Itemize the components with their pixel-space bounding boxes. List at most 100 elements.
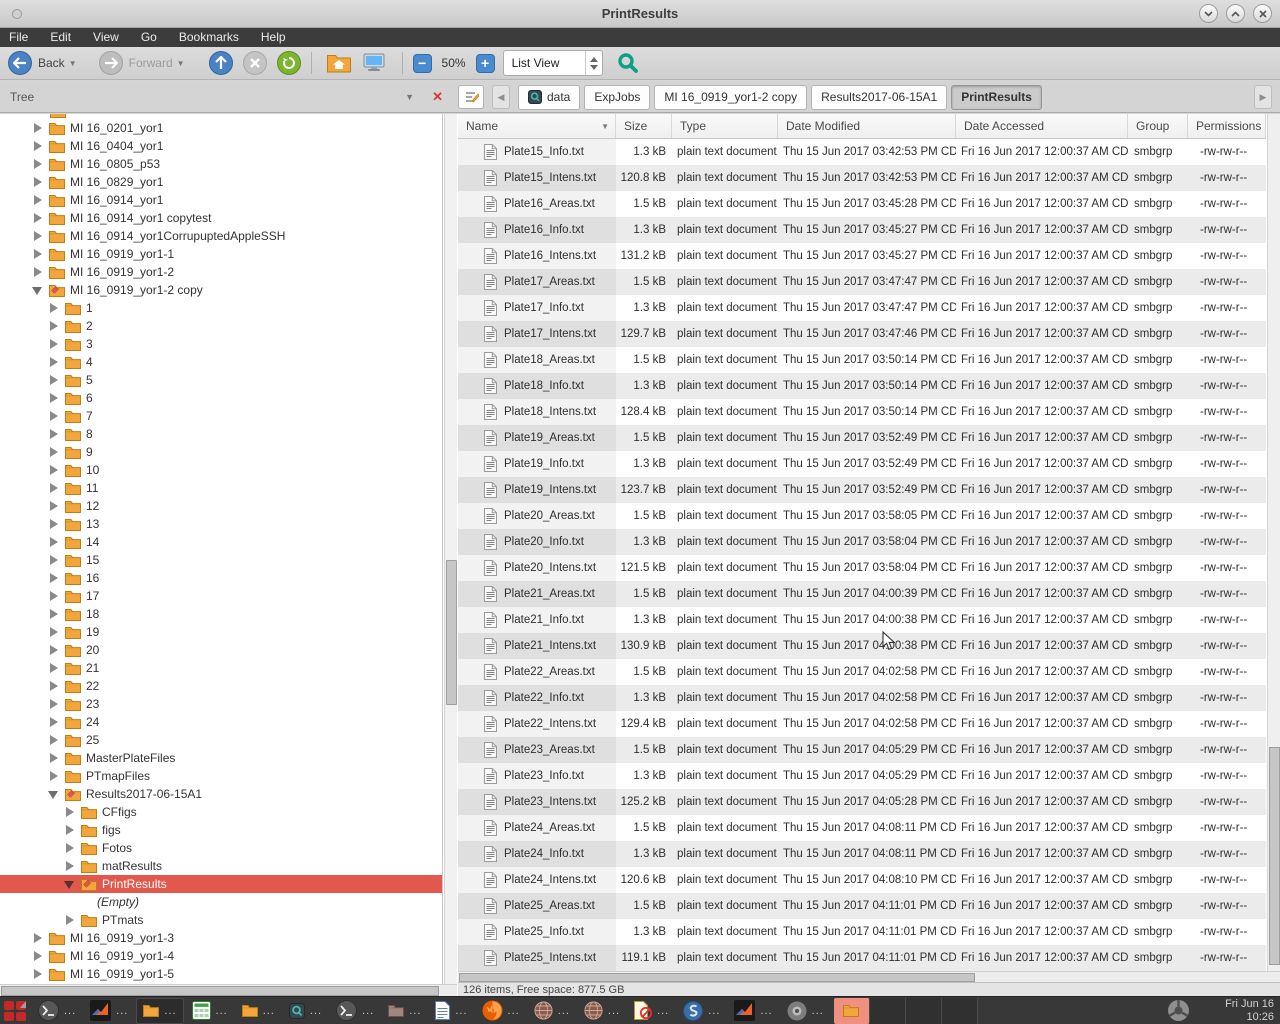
table-row[interactable]: Plate15_Intens.txt120.8 kBplain text doc…: [458, 165, 1266, 191]
expander-collapsed-icon[interactable]: [33, 249, 43, 259]
list-hscroll-thumb[interactable]: [459, 973, 975, 982]
home-button[interactable]: [327, 53, 351, 73]
tree-item-figs[interactable]: figs: [0, 821, 442, 839]
table-row[interactable]: Plate22_Intens.txt129.4 kBplain text doc…: [458, 711, 1266, 737]
expander-collapsed-icon[interactable]: [33, 213, 43, 223]
table-row[interactable]: Plate21_Info.txt1.3 kBplain text documen…: [458, 607, 1266, 633]
table-row[interactable]: Plate25_Areas.txt1.5 kBplain text docume…: [458, 893, 1266, 919]
tree-item-mi-16-0919-yor1-4[interactable]: MI 16_0919_yor1-4: [0, 947, 442, 965]
taskbar-window-terminal[interactable]: ...: [32, 998, 82, 1024]
expander-expanded-icon[interactable]: [49, 789, 59, 799]
tree-item-fotos[interactable]: Fotos: [0, 839, 442, 857]
table-row[interactable]: Plate15_Info.txt1.3 kBplain text documen…: [458, 139, 1266, 165]
expander-collapsed-icon[interactable]: [33, 177, 43, 187]
expander-collapsed-icon[interactable]: [49, 753, 59, 763]
expander-collapsed-icon[interactable]: [33, 141, 43, 151]
table-row[interactable]: Plate17_Areas.txt1.5 kBplain text docume…: [458, 269, 1266, 295]
table-row[interactable]: Plate20_Areas.txt1.5 kBplain text docume…: [458, 503, 1266, 529]
table-row[interactable]: Plate22_Info.txt1.3 kBplain text documen…: [458, 685, 1266, 711]
close-button[interactable]: [1253, 4, 1272, 23]
tree-item-15[interactable]: 15: [0, 551, 442, 569]
table-row[interactable]: Plate19_Areas.txt1.5 kBplain text docume…: [458, 425, 1266, 451]
column-header-size[interactable]: Size: [616, 114, 672, 138]
column-header-date-accessed[interactable]: Date Accessed: [956, 114, 1128, 138]
tree-vertical-scrollbar[interactable]: [444, 114, 457, 984]
tree-item-21[interactable]: 21: [0, 659, 442, 677]
workspace-2[interactable]: [870, 998, 906, 1024]
expander-collapsed-icon[interactable]: [49, 429, 59, 439]
expander-collapsed-icon[interactable]: [33, 159, 43, 169]
tree-item-6[interactable]: 6: [0, 389, 442, 407]
search-button[interactable]: [617, 52, 639, 74]
expander-collapsed-icon[interactable]: [49, 357, 59, 367]
tree-item-22[interactable]: 22: [0, 677, 442, 695]
expander-collapsed-icon[interactable]: [65, 915, 75, 925]
breadcrumb-printresults[interactable]: PrintResults: [951, 85, 1042, 110]
zoom-out-button[interactable]: −: [413, 54, 432, 73]
minimize-button[interactable]: [1199, 4, 1218, 23]
tree-horizontal-scrollbar[interactable]: [0, 984, 457, 996]
table-row[interactable]: Plate16_Info.txt1.3 kBplain text documen…: [458, 217, 1266, 243]
window-menu-icon[interactable]: [12, 9, 22, 19]
table-row[interactable]: Plate18_Areas.txt1.5 kBplain text docume…: [458, 347, 1266, 373]
expander-collapsed-icon[interactable]: [49, 411, 59, 421]
tree-item-23[interactable]: 23: [0, 695, 442, 713]
breadcrumb-results2017-06-15a1[interactable]: Results2017-06-15A1: [811, 85, 947, 110]
refresh-button[interactable]: [277, 51, 301, 75]
table-row[interactable]: Plate20_Intens.txt121.5 kBplain text doc…: [458, 555, 1266, 581]
list-vertical-scrollbar[interactable]: [1267, 114, 1280, 971]
tree-item-mi-16-0914-yor1[interactable]: MI 16_0914_yor1: [0, 191, 442, 209]
list-vscroll-thumb[interactable]: [1269, 747, 1280, 965]
back-dropdown[interactable]: ▼: [69, 59, 77, 68]
tree-item-mi-16-0404-yor1[interactable]: MI 16_0404_yor1: [0, 137, 442, 155]
stop-button[interactable]: [243, 51, 267, 75]
view-mode-select[interactable]: List View: [503, 50, 603, 76]
tree-item-11[interactable]: 11: [0, 479, 442, 497]
expander-collapsed-icon[interactable]: [49, 663, 59, 673]
workspace-4[interactable]: [942, 998, 978, 1024]
expander-collapsed-icon[interactable]: [33, 933, 43, 943]
desktop-button[interactable]: [363, 53, 385, 73]
expander-collapsed-icon[interactable]: [49, 735, 59, 745]
menu-view[interactable]: View: [82, 28, 130, 47]
expander-collapsed-icon[interactable]: [65, 807, 75, 817]
tree-item-mi-16-0805-p53[interactable]: MI 16_0805_p53: [0, 155, 442, 173]
expander-collapsed-icon[interactable]: [49, 501, 59, 511]
column-header-permissions[interactable]: Permissions: [1188, 114, 1266, 138]
expander-collapsed-icon[interactable]: [49, 555, 59, 565]
expander-collapsed-icon[interactable]: [49, 321, 59, 331]
view-mode-stepper[interactable]: [585, 51, 602, 75]
tree-item-17[interactable]: 17: [0, 587, 442, 605]
column-header-group[interactable]: Group: [1128, 114, 1188, 138]
tree-hscroll-thumb[interactable]: [1, 986, 439, 996]
expander-collapsed-icon[interactable]: [49, 537, 59, 547]
expander-expanded-icon[interactable]: [65, 879, 75, 889]
tree-item-masterplatefiles[interactable]: MasterPlateFiles: [0, 749, 442, 767]
expander-collapsed-icon[interactable]: [65, 861, 75, 871]
table-row[interactable]: Plate20_Info.txt1.3 kBplain text documen…: [458, 529, 1266, 555]
expander-collapsed-icon[interactable]: [49, 573, 59, 583]
table-row[interactable]: Plate18_Info.txt1.3 kBplain text documen…: [458, 373, 1266, 399]
sidebar-dropdown[interactable]: ▼: [405, 92, 414, 102]
expander-collapsed-icon[interactable]: [49, 699, 59, 709]
tree-item-3[interactable]: 3: [0, 335, 442, 353]
tree-item-19[interactable]: 19: [0, 623, 442, 641]
menu-edit[interactable]: Edit: [39, 28, 82, 47]
taskbar-window-app-blue[interactable]: ...: [677, 998, 726, 1024]
tree-item-5[interactable]: 5: [0, 371, 442, 389]
taskbar-window-matlab[interactable]: ...: [84, 998, 134, 1024]
up-button[interactable]: [209, 51, 233, 75]
taskbar-window-folder-brown[interactable]: ...: [382, 998, 427, 1024]
table-row[interactable]: Plate22_Areas.txt1.5 kBplain text docume…: [458, 659, 1266, 685]
table-row[interactable]: Plate25_Info.txt1.3 kBplain text documen…: [458, 919, 1266, 945]
sidebar-close-icon[interactable]: ✕: [432, 89, 443, 105]
taskbar-window-terminal[interactable]: ...: [330, 998, 380, 1024]
tree-item-ptmats[interactable]: PTmats: [0, 911, 442, 929]
zoom-in-button[interactable]: +: [476, 54, 495, 73]
tree-item-matresults[interactable]: matResults: [0, 857, 442, 875]
expander-collapsed-icon[interactable]: [49, 447, 59, 457]
tree-vscroll-thumb[interactable]: [446, 560, 457, 705]
column-header-name[interactable]: Name▼: [458, 114, 616, 138]
maximize-button[interactable]: [1226, 4, 1245, 23]
title-bar[interactable]: PrintResults: [0, 0, 1280, 28]
